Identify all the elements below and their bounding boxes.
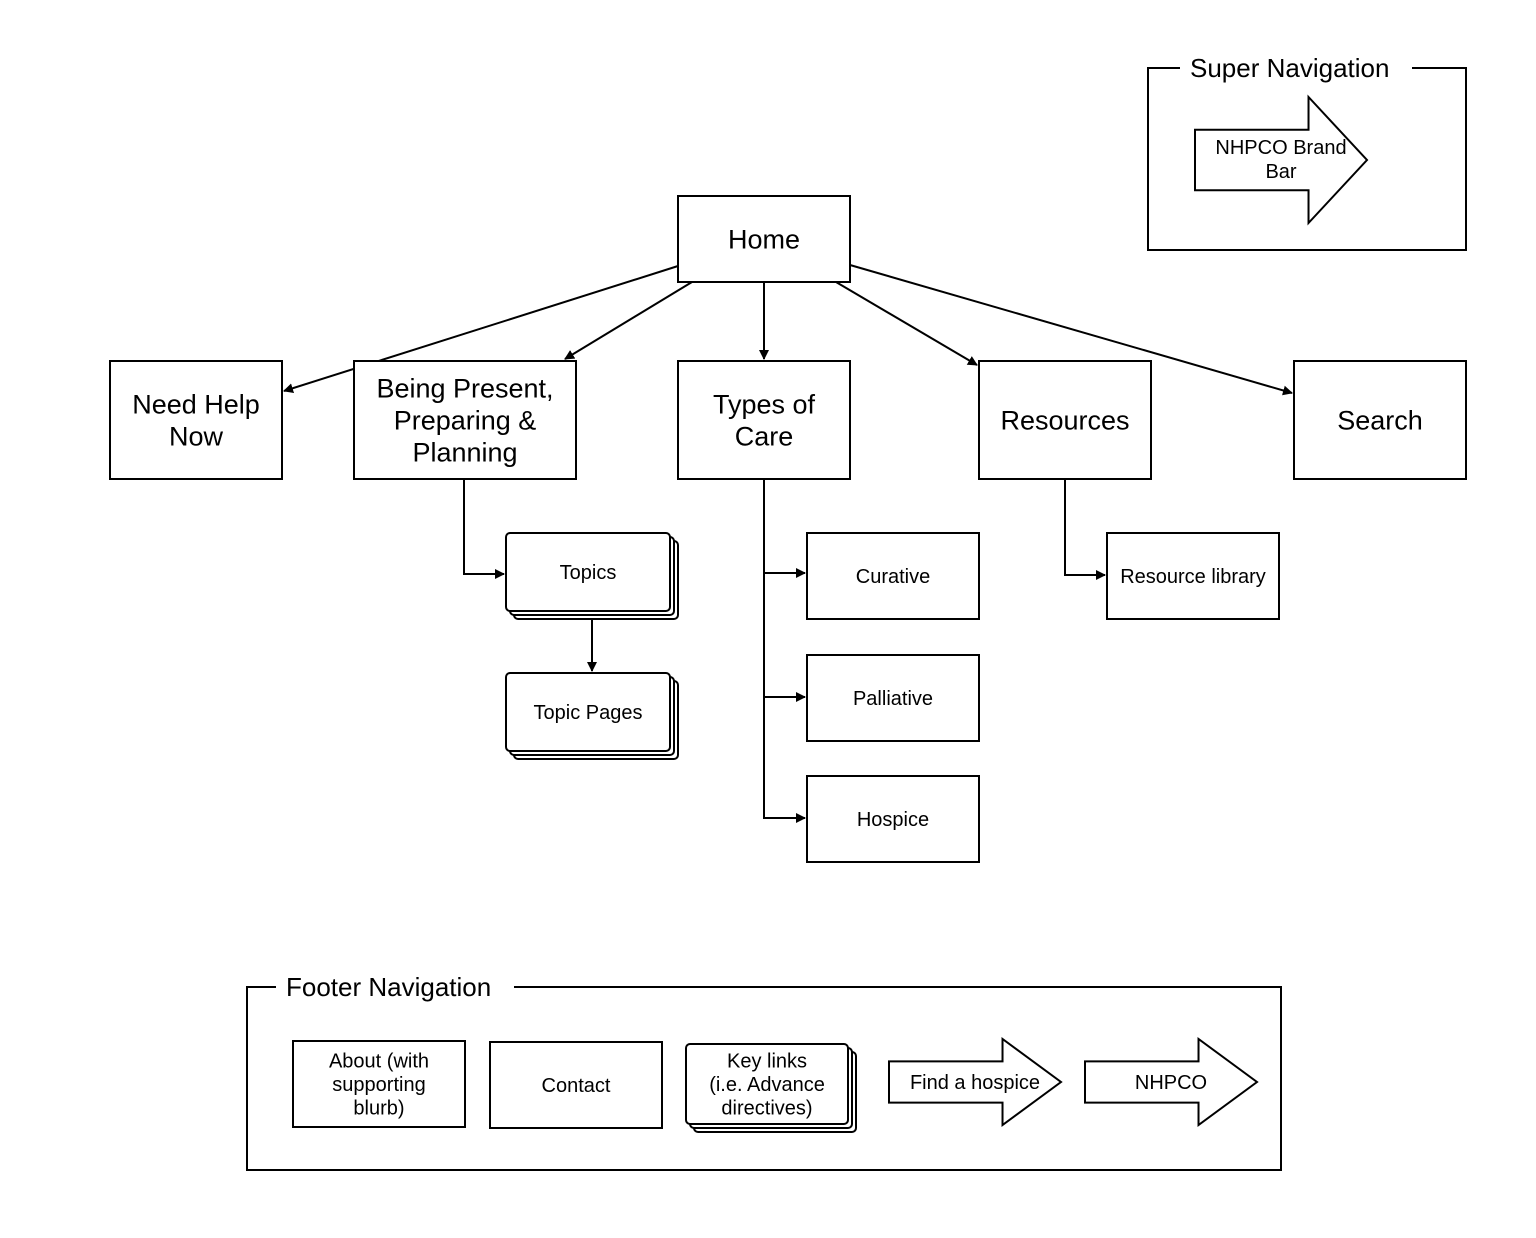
footer-nav-contact[interactable]: Contact (489, 1041, 663, 1129)
node-being-present-line: Preparing & (394, 405, 537, 435)
node-topic-pages[interactable]: Topic Pages (505, 672, 679, 760)
node-curative-line: Curative (856, 566, 930, 588)
edge-home-to-being-present (564, 281, 693, 360)
node-search-line: Search (1337, 405, 1423, 435)
footer-nav-key-links[interactable]: Key links(i.e. Advancedirectives) (685, 1043, 857, 1133)
node-hospice-line: Hospice (857, 809, 929, 831)
node-palliative-line: Palliative (853, 688, 933, 710)
node-need-help-now[interactable]: Need HelpNow (109, 360, 283, 480)
footer-nav-contact-line: Contact (542, 1075, 611, 1097)
node-home[interactable]: Home (677, 195, 851, 283)
sitemap-diagram: Home Need HelpNow Being Present,Preparing … (109, 53, 1467, 1171)
super-navigation-group: Super Navigation NHPCO BrandBar (1147, 53, 1467, 251)
footer-nav-key-links-line: (i.e. Advance (709, 1074, 825, 1096)
edge-being-present-to-topics (463, 479, 505, 579)
footer-nav-about-line: supporting (332, 1074, 425, 1096)
nodes-layer: Home Need HelpNow Being Present,Preparing … (109, 195, 1467, 863)
super-navigation-group-title: Super Navigation (1190, 53, 1389, 83)
node-home-line: Home (728, 224, 800, 254)
node-types-of-care-line: Types of (713, 390, 816, 420)
super-nav-brand-bar-line: NHPCO Brand (1215, 137, 1346, 159)
node-search[interactable]: Search (1293, 360, 1467, 480)
node-resources-line: Resources (1000, 405, 1129, 435)
footer-navigation-group: Footer Navigation About (withsupportingbl… (246, 972, 1282, 1171)
footer-nav-about-line: blurb) (353, 1098, 404, 1120)
super-nav-brand-bar-line: Bar (1265, 161, 1296, 183)
node-topics-line: Topics (560, 562, 617, 584)
edge-resources-to-resource-library (1064, 479, 1106, 580)
node-resources[interactable]: Resources (978, 360, 1152, 480)
node-hospice[interactable]: Hospice (806, 775, 980, 863)
footer-nav-about-line: About (with (329, 1050, 429, 1072)
footer-nav-find-hospice-line: Find a hospice (910, 1072, 1040, 1094)
footer-nav-find-hospice[interactable]: Find a hospice (888, 1037, 1063, 1127)
node-types-of-care[interactable]: Types ofCare (677, 360, 851, 480)
node-being-present-line: Being Present, (376, 374, 553, 404)
node-types-of-care-shape (677, 360, 851, 480)
footer-nav-nhpco-line: NHPCO (1135, 1072, 1207, 1094)
edge-types-of-care-to-palliative (763, 573, 806, 702)
edge-types-of-care-to-hospice (763, 697, 806, 823)
node-being-present-line: Planning (412, 437, 517, 467)
edge-home-to-resources (835, 281, 978, 366)
footer-nav-key-links-line: Key links (727, 1050, 807, 1072)
footer-nav-key-links-line: directives) (721, 1098, 812, 1120)
node-types-of-care-line: Care (735, 421, 794, 451)
node-resource-library-line: Resource library (1120, 566, 1266, 588)
edge-types-of-care-to-curative (763, 479, 806, 578)
node-being-present[interactable]: Being Present,Preparing &Planning (353, 360, 577, 480)
node-need-help-now-shape (109, 360, 283, 480)
node-topic-pages-line: Topic Pages (534, 702, 643, 724)
node-topics[interactable]: Topics (505, 532, 679, 620)
node-resource-library[interactable]: Resource library (1106, 532, 1280, 620)
node-need-help-now-line: Now (169, 421, 224, 451)
node-curative[interactable]: Curative (806, 532, 980, 620)
footer-navigation-group-title: Footer Navigation (286, 972, 491, 1002)
node-need-help-now-line: Need Help (132, 390, 260, 420)
footer-nav-about[interactable]: About (withsupportingblurb) (292, 1040, 466, 1128)
super-nav-brand-bar[interactable]: NHPCO BrandBar (1194, 94, 1369, 226)
footer-nav-nhpco[interactable]: NHPCO (1084, 1037, 1259, 1127)
node-palliative[interactable]: Palliative (806, 654, 980, 742)
